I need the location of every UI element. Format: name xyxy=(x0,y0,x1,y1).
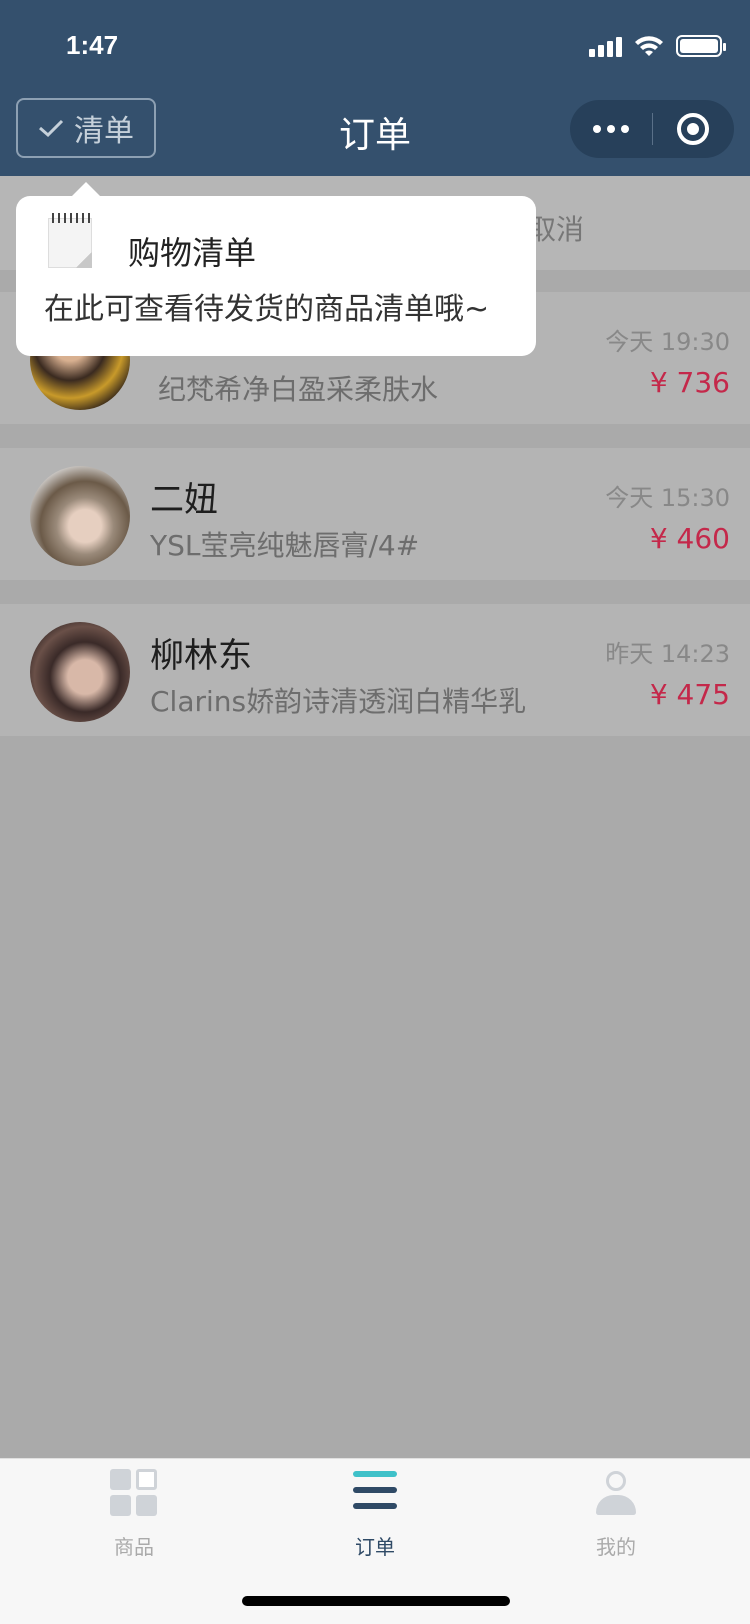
tab-profile-label: 我的 xyxy=(596,1535,636,1559)
wifi-icon xyxy=(635,36,663,56)
tooltip-title: 购物清单 xyxy=(128,234,257,272)
tab-orders-label: 订单 xyxy=(355,1535,395,1559)
tab-orders[interactable]: 订单 xyxy=(315,1469,435,1560)
status-icons xyxy=(589,32,726,60)
signal-icon xyxy=(589,35,622,57)
list-icon xyxy=(351,1469,399,1517)
tooltip-body: 在此可查看待发货的商品清单哦~ xyxy=(44,292,490,327)
order-item: Clarins娇韵诗清透润白精华乳 xyxy=(150,685,527,718)
order-time: 今天 19:30 xyxy=(605,328,730,356)
avatar xyxy=(30,622,130,722)
order-time: 昨天 14:23 xyxy=(605,640,730,668)
order-price: ¥ 475 xyxy=(649,678,730,711)
more-icon[interactable] xyxy=(570,125,652,133)
order-price: ¥ 736 xyxy=(649,366,730,399)
tab-products-label: 商品 xyxy=(114,1535,154,1559)
miniprogram-capsule xyxy=(570,100,734,158)
grid-icon xyxy=(110,1469,158,1517)
tab-products[interactable]: 商品 xyxy=(74,1469,194,1560)
order-time: 今天 15:30 xyxy=(605,484,730,512)
order-row[interactable]: 二妞 YSL莹亮纯魅唇膏/4# 今天 15:30 ¥ 460 xyxy=(0,448,750,580)
filter-tab-cancelled[interactable]: 取消 xyxy=(528,208,584,248)
tab-profile[interactable]: 我的 xyxy=(556,1469,676,1560)
nav-header: 1:47 清单 订单 xyxy=(0,0,750,176)
status-time: 1:47 xyxy=(66,30,119,60)
close-miniprogram-icon[interactable] xyxy=(653,113,735,145)
order-customer-name: 柳林东 xyxy=(150,636,252,676)
order-price: ¥ 460 xyxy=(649,522,730,555)
shopping-list-tooltip[interactable]: 购物清单 在此可查看待发货的商品清单哦~ xyxy=(16,182,536,356)
order-row[interactable]: 柳林东 Clarins娇韵诗清透润白精华乳 昨天 14:23 ¥ 475 xyxy=(0,604,750,736)
order-item: 纪梵希净白盈采柔肤水 xyxy=(158,373,439,406)
notepad-icon xyxy=(48,213,92,268)
battery-icon xyxy=(676,35,726,57)
person-icon xyxy=(592,1469,640,1517)
avatar xyxy=(30,466,130,566)
order-item: YSL莹亮纯魅唇膏/4# xyxy=(150,529,420,562)
order-customer-name: 二妞 xyxy=(150,480,218,520)
home-indicator xyxy=(242,1596,510,1606)
